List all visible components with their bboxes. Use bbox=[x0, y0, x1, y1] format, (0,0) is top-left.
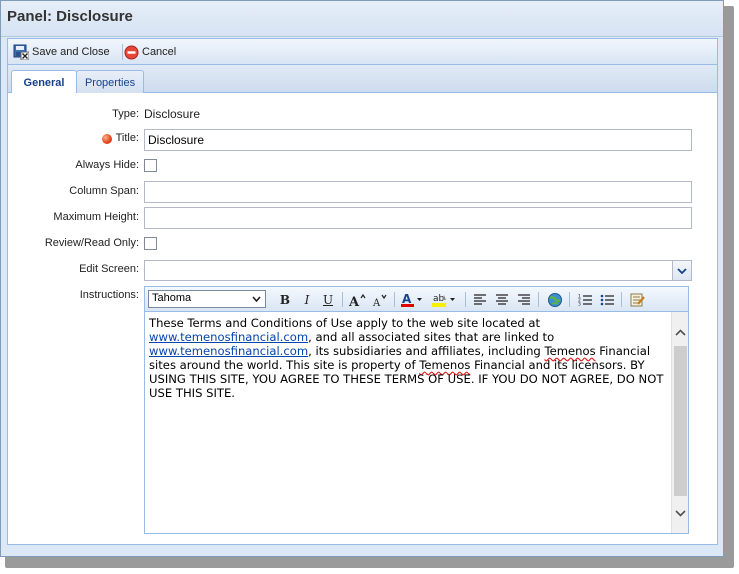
svg-text:3: 3 bbox=[578, 302, 581, 307]
chevron-up-icon[interactable] bbox=[672, 324, 689, 340]
bold-icon[interactable]: B bbox=[275, 291, 295, 308]
align-right-icon[interactable] bbox=[514, 291, 534, 308]
instructions-text: , and all associated sites that are link… bbox=[308, 330, 555, 344]
instructions-label: Instructions: bbox=[79, 289, 139, 301]
instructions-editor-body[interactable]: These Terms and Conditions of Use apply … bbox=[145, 312, 671, 533]
editor-separator bbox=[569, 292, 570, 307]
svg-text:A: A bbox=[372, 298, 381, 307]
window-title: Panel: Disclosure bbox=[7, 8, 133, 25]
svg-text:A: A bbox=[348, 295, 360, 307]
editor-scrollbar[interactable] bbox=[671, 312, 688, 533]
review-read-only-checkbox[interactable] bbox=[144, 237, 157, 250]
numbered-list-icon[interactable]: 123 bbox=[575, 291, 595, 308]
panel-window: Panel: Disclosure Save and Close Cancel … bbox=[0, 0, 724, 557]
maximum-height-input[interactable] bbox=[144, 207, 692, 229]
svg-text:A: A bbox=[402, 292, 412, 306]
chevron-down-icon bbox=[249, 292, 263, 306]
cancel-label: Cancel bbox=[142, 46, 177, 58]
grow-font-icon[interactable]: A bbox=[347, 291, 367, 308]
font-color-icon[interactable]: A bbox=[399, 291, 425, 308]
editor-separator bbox=[621, 292, 622, 307]
cancel-icon bbox=[124, 45, 139, 59]
misspelled-word: Temenos bbox=[419, 358, 471, 372]
tab-strip: General Properties bbox=[7, 65, 718, 94]
scrollbar-thumb[interactable] bbox=[674, 346, 687, 496]
underline-icon[interactable]: U bbox=[318, 291, 338, 308]
instructions-link[interactable]: www.temenosfinancial.com bbox=[149, 344, 308, 358]
tab-general[interactable]: General bbox=[11, 70, 77, 94]
save-and-close-button[interactable]: Save and Close bbox=[13, 43, 110, 61]
save-and-close-label: Save and Close bbox=[32, 46, 110, 58]
misspelled-word: Temenos bbox=[544, 344, 596, 358]
editor-separator bbox=[342, 292, 343, 307]
save-close-icon bbox=[13, 44, 29, 60]
italic-icon[interactable]: I bbox=[297, 291, 317, 308]
instructions-text: These Terms and Conditions of Use apply … bbox=[149, 316, 541, 330]
font-family-value: Tahoma bbox=[152, 292, 192, 304]
chevron-down-icon bbox=[677, 267, 687, 274]
title-input[interactable] bbox=[144, 129, 692, 151]
instructions-editor: Tahoma B I U A A A ab 1 2 3 These Terms … bbox=[144, 286, 689, 534]
type-value: Disclosure bbox=[144, 107, 201, 121]
always-hide-checkbox[interactable] bbox=[144, 159, 157, 172]
type-label: Type: bbox=[112, 108, 139, 120]
shrink-font-icon[interactable]: A bbox=[370, 291, 390, 308]
font-family-select[interactable]: Tahoma bbox=[148, 290, 266, 308]
tab-general-label: General bbox=[23, 76, 65, 89]
edit-screen-label: Edit Screen: bbox=[79, 263, 139, 275]
instructions-text: , its subsidiaries and affiliates, inclu… bbox=[308, 344, 545, 358]
editor-separator bbox=[465, 292, 466, 307]
instructions-link[interactable]: www.temenosfinancial.com bbox=[149, 330, 308, 344]
toolbar: Save and Close Cancel bbox=[7, 38, 718, 65]
tab-properties[interactable]: Properties bbox=[76, 70, 144, 94]
editor-separator bbox=[538, 292, 539, 307]
insert-link-icon[interactable] bbox=[545, 291, 565, 308]
tab-properties-label: Properties bbox=[84, 76, 136, 89]
bullet-list-icon[interactable] bbox=[597, 291, 617, 308]
title-bar: Panel: Disclosure bbox=[1, 1, 723, 37]
align-center-icon[interactable] bbox=[492, 291, 512, 308]
toolbar-separator bbox=[122, 44, 123, 60]
always-hide-label: Always Hide: bbox=[75, 159, 139, 171]
chevron-down-icon[interactable] bbox=[672, 505, 689, 521]
highlight-color-icon[interactable]: ab bbox=[430, 291, 458, 308]
editor-toolbar: Tahoma B I U A A A ab 1 2 3 bbox=[145, 287, 688, 312]
review-read-only-label: Review/Read Only: bbox=[44, 237, 139, 249]
column-span-label: Column Span: bbox=[69, 185, 139, 197]
source-edit-icon[interactable] bbox=[627, 291, 647, 308]
cancel-button[interactable]: Cancel bbox=[124, 43, 176, 61]
general-tab-panel: Type: Disclosure Title: Always Hide: Col… bbox=[7, 93, 718, 545]
align-left-icon[interactable] bbox=[470, 291, 490, 308]
editor-separator bbox=[394, 292, 395, 307]
edit-screen-select[interactable] bbox=[144, 260, 692, 281]
maximum-height-label: Maximum Height: bbox=[53, 211, 139, 223]
column-span-input[interactable] bbox=[144, 181, 692, 203]
title-label: Title: bbox=[115, 132, 139, 144]
edit-screen-dropdown-button[interactable] bbox=[672, 261, 691, 280]
